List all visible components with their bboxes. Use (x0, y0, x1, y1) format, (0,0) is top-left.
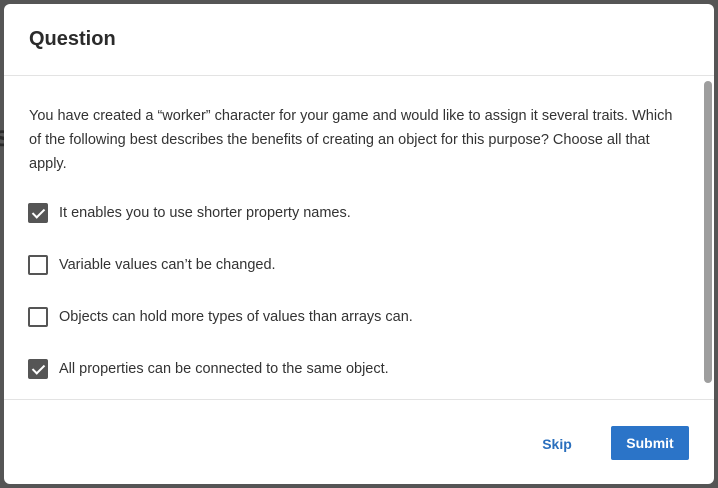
option-2-checkbox[interactable] (28, 255, 48, 275)
option-3-label: Objects can hold more types of values th… (59, 309, 413, 325)
question-dialog: Question You have created a “worker” cha… (4, 4, 714, 484)
option-1-checkbox[interactable] (28, 203, 48, 223)
option-4-checkbox[interactable] (28, 359, 48, 379)
option-1[interactable]: It enables you to use shorter property n… (28, 202, 351, 224)
option-4[interactable]: All properties can be connected to the s… (28, 358, 389, 380)
option-2-label: Variable values can’t be changed. (59, 257, 276, 273)
skip-button[interactable]: Skip (531, 427, 583, 461)
question-text: You have created a “worker” character fo… (29, 108, 673, 172)
dialog-header: Question (4, 4, 714, 76)
option-2[interactable]: Variable values can’t be changed. (28, 254, 276, 276)
option-4-label: All properties can be connected to the s… (59, 361, 389, 377)
submit-button[interactable]: Submit (611, 426, 689, 460)
option-3-checkbox[interactable] (28, 307, 48, 327)
dialog-title: Question (29, 28, 116, 50)
dialog-scrollbar[interactable] (704, 81, 712, 389)
option-1-label: It enables you to use shorter property n… (59, 205, 351, 221)
dialog-scrollbar-thumb[interactable] (704, 81, 712, 383)
option-3[interactable]: Objects can hold more types of values th… (28, 306, 413, 328)
dialog-body: You have created a “worker” character fo… (4, 77, 714, 399)
dialog-footer: Skip Submit (4, 399, 714, 484)
